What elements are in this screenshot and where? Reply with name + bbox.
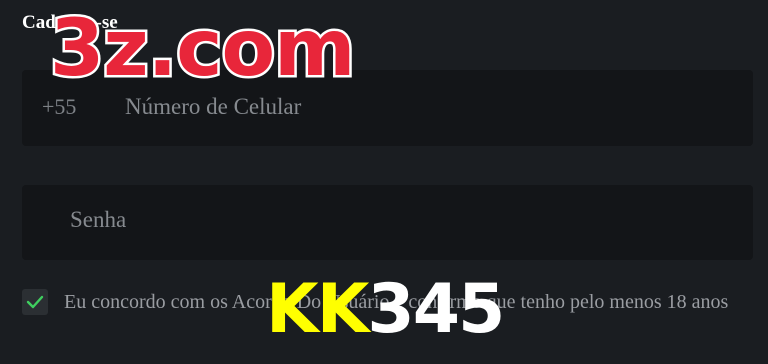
watermark-bottom: KK345 xyxy=(266,276,505,344)
agreement-checkbox[interactable] xyxy=(22,289,48,315)
watermark-top: 3z.com xyxy=(47,4,357,94)
check-icon xyxy=(26,295,44,309)
password-placeholder: Senha xyxy=(70,207,127,232)
password-field[interactable]: Senha xyxy=(22,185,753,260)
watermark-bottom-white: 345 xyxy=(367,270,505,349)
watermark-bottom-yellow: KK xyxy=(266,270,369,349)
phone-placeholder: Número de Celular xyxy=(125,94,302,119)
country-code[interactable]: +55 xyxy=(42,94,76,120)
